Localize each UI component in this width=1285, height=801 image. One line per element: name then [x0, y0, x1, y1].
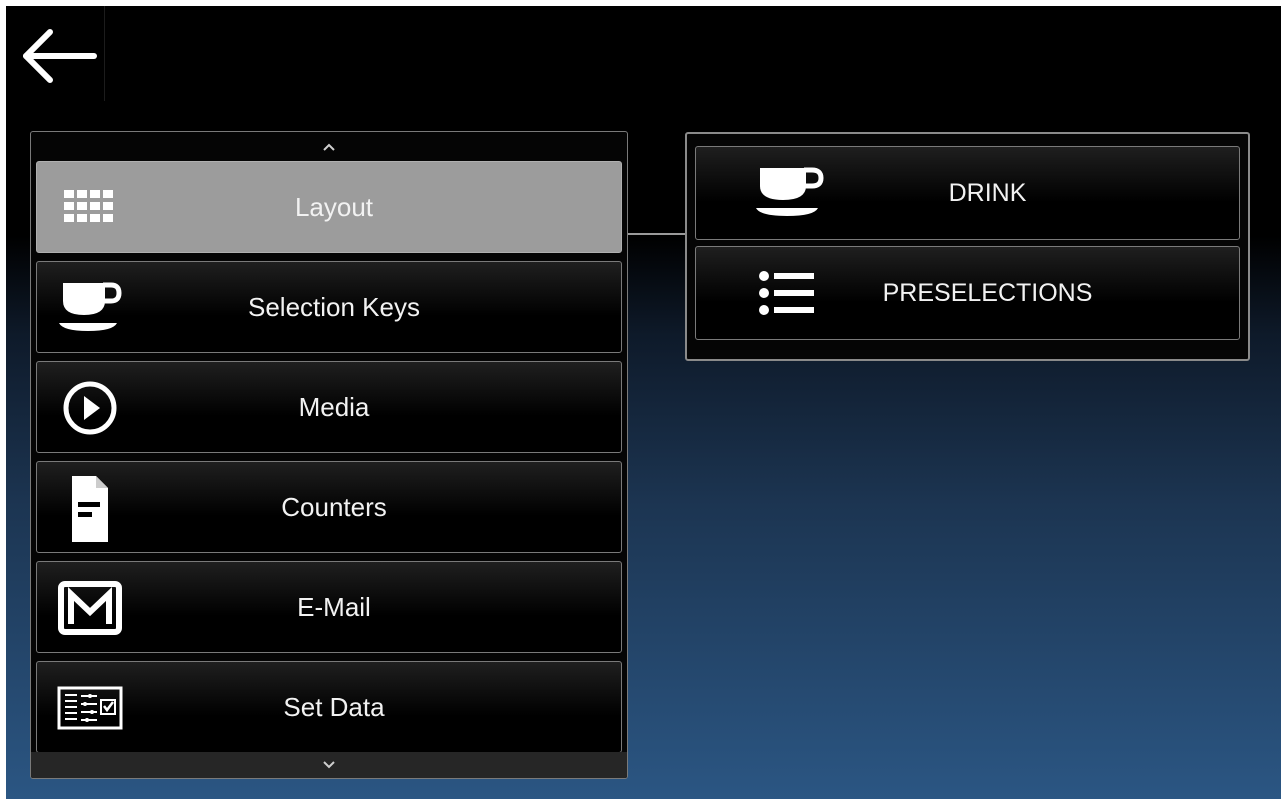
submenu-item-preselections[interactable]: PRESELECTIONS: [695, 246, 1240, 340]
mail-icon: [57, 578, 123, 638]
menu-item-set-data[interactable]: Set Data: [36, 661, 622, 753]
cup-icon: [57, 278, 123, 338]
arrow-left-icon: [23, 29, 97, 83]
menu-item-counters[interactable]: Counters: [36, 461, 622, 553]
chevron-down-icon: [323, 761, 335, 769]
submenu-item-drink[interactable]: DRINK: [695, 146, 1240, 240]
submenu-item-label: PRESELECTIONS: [882, 278, 1093, 307]
cup-icon: [748, 163, 828, 223]
screen: Layout Selection Keys Media Counters E-M…: [6, 6, 1281, 799]
menu-item-media[interactable]: Media: [36, 361, 622, 453]
menu-item-label: Layout: [294, 191, 374, 222]
menu-panel: Layout Selection Keys Media Counters E-M…: [30, 131, 628, 779]
document-icon: [57, 476, 123, 542]
grid-icon: [57, 178, 123, 238]
submenu-item-label: DRINK: [948, 178, 1027, 207]
topbar-divider: [104, 6, 105, 101]
play-circle-icon: [57, 378, 123, 438]
scroll-down-button[interactable]: [31, 752, 627, 778]
submenu-panel: DRINK PRESELECTIONS: [685, 132, 1250, 361]
scroll-up-button[interactable]: [31, 132, 627, 162]
menu-item-selection-keys[interactable]: Selection Keys: [36, 261, 622, 353]
menu-item-label: E-Mail: [297, 591, 371, 622]
list-icon: [748, 263, 828, 323]
back-button[interactable]: [16, 26, 98, 86]
menu-connector-line: [628, 233, 686, 235]
menu-item-label: Selection Keys: [248, 291, 420, 322]
menu-item-label: Counters: [281, 491, 387, 522]
menu-item-email[interactable]: E-Mail: [36, 561, 622, 653]
chevron-up-icon: [323, 143, 335, 151]
menu-item-label: Media: [298, 391, 370, 422]
menu-item-layout[interactable]: Layout: [36, 161, 622, 253]
menu-item-label: Set Data: [283, 691, 385, 722]
settings-form-icon: [57, 678, 123, 738]
